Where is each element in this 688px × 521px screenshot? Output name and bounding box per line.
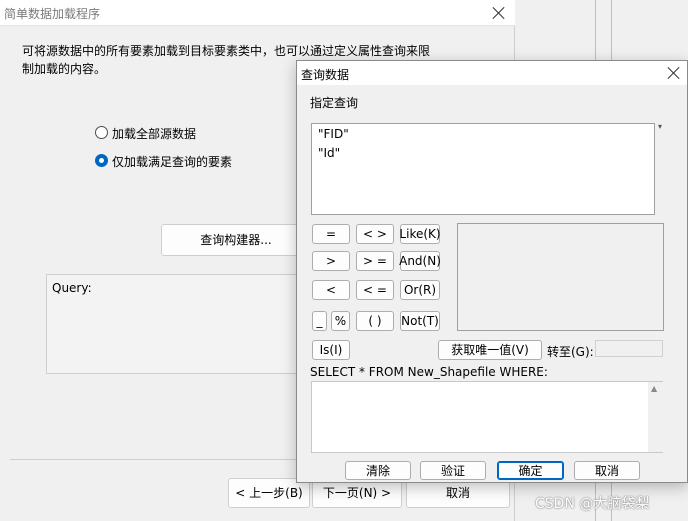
query-builder-button[interactable]: 查询构建器... <box>161 224 311 256</box>
op-not-button[interactable]: Not(T) <box>400 311 440 331</box>
op-less-equal-button[interactable]: < = <box>356 280 394 300</box>
dialog-title: 查询数据 <box>301 68 350 82</box>
op-parens-button[interactable]: ( ) <box>356 311 394 331</box>
op-greater-button[interactable]: > <box>312 251 350 271</box>
dialog-titlebar: 查询数据 <box>297 61 687 85</box>
field-item-id[interactable]: "Id" <box>318 146 340 160</box>
wizard-close-icon[interactable] <box>492 6 506 20</box>
wizard-titlebar: 简单数据加载程序 <box>0 0 515 26</box>
op-like-button[interactable]: Like(K) <box>399 224 441 244</box>
dialog-close-icon[interactable] <box>667 66 681 80</box>
wizard-title: 简单数据加载程序 <box>4 7 101 21</box>
goto-label: 转至(G): <box>547 345 594 359</box>
watermark: CSDN @大脑袋梨 <box>535 496 650 512</box>
radio-load-query-label: 仅加载满足查询的要素 <box>112 155 233 169</box>
scroll-up-icon[interactable]: ▲ <box>651 384 657 393</box>
op-not-equals-button[interactable]: < > <box>356 224 394 244</box>
clear-button[interactable]: 清除 <box>345 461 411 480</box>
query-box: Query: <box>46 274 316 374</box>
sql-scrollbar[interactable]: ▲ <box>648 382 663 452</box>
unique-values-list[interactable] <box>457 223 664 331</box>
sql-prefix-label: SELECT * FROM New_Shapefile WHERE: <box>310 365 548 379</box>
section-label: 指定查询 <box>310 96 359 110</box>
get-unique-values-button[interactable]: 获取唯一值(V) <box>438 340 542 360</box>
op-equals-button[interactable]: = <box>312 224 350 244</box>
query-dialog: 查询数据 指定查询 "FID" "Id" ▾ = < > Like(K) > >… <box>296 60 688 483</box>
op-underscore-button[interactable]: _ <box>312 311 327 331</box>
verify-button[interactable]: 验证 <box>420 461 486 480</box>
goto-input[interactable] <box>595 340 663 357</box>
radio-load-all[interactable] <box>95 126 108 139</box>
ok-button[interactable]: 确定 <box>497 461 564 480</box>
op-percent-button[interactable]: % <box>331 311 350 331</box>
radio-load-query[interactable] <box>95 154 108 167</box>
dialog-cancel-button[interactable]: 取消 <box>574 461 640 480</box>
op-or-button[interactable]: Or(R) <box>400 280 440 300</box>
sql-expression-textarea[interactable]: ▲ <box>311 381 663 453</box>
op-and-button[interactable]: And(N) <box>399 251 441 271</box>
radio-load-all-label: 加载全部源数据 <box>112 127 197 141</box>
op-less-button[interactable]: < <box>312 280 350 300</box>
query-label: Query: <box>52 281 92 295</box>
field-list[interactable]: "FID" "Id" <box>311 123 655 215</box>
op-is-button[interactable]: Is(I) <box>312 340 350 360</box>
field-list-dropdown-icon[interactable]: ▾ <box>658 122 662 131</box>
op-greater-equal-button[interactable]: > = <box>356 251 394 271</box>
field-item-fid[interactable]: "FID" <box>318 127 349 141</box>
